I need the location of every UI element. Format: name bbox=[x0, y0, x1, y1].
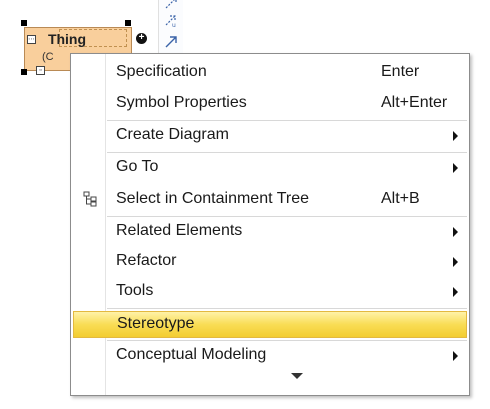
menu-item-create-diagram[interactable]: Create Diagram bbox=[72, 122, 468, 149]
menu-separator bbox=[107, 152, 467, 153]
svg-text:u: u bbox=[172, 22, 176, 28]
menu-item-label: Create Diagram bbox=[116, 126, 229, 143]
menu-item-symbol-properties[interactable]: Symbol Properties Alt+Enter bbox=[72, 90, 468, 117]
menu-separator bbox=[107, 308, 467, 309]
add-connector-icon[interactable]: + bbox=[136, 33, 147, 44]
association-arrow-icon[interactable] bbox=[163, 33, 179, 49]
element-subtitle: (C bbox=[42, 51, 54, 63]
menu-item-shortcut: Alt+Enter bbox=[381, 94, 448, 111]
menu-item-select-in-containment-tree[interactable]: Select in Containment Tree Alt+B bbox=[72, 186, 468, 213]
menu-item-shortcut: Enter bbox=[381, 63, 420, 80]
menu-separator bbox=[107, 340, 467, 341]
menu-item-specification[interactable]: Specification Enter bbox=[72, 59, 468, 86]
containment-tree-icon bbox=[83, 191, 97, 207]
menu-item-label: Specification bbox=[116, 63, 207, 80]
usage-arrow-icon[interactable]: u bbox=[163, 12, 179, 28]
scroll-down-icon[interactable] bbox=[291, 373, 303, 379]
smart-manipulator-toolbar: u bbox=[158, 0, 183, 56]
resize-handle-top-left[interactable] bbox=[21, 20, 27, 26]
resize-handle-top-right[interactable] bbox=[125, 20, 131, 26]
submenu-arrow-icon bbox=[453, 163, 458, 173]
menu-item-label: Related Elements bbox=[116, 222, 243, 239]
menu-item-label: Refactor bbox=[116, 252, 177, 269]
submenu-arrow-icon bbox=[453, 351, 458, 361]
menu-item-tools[interactable]: Tools bbox=[72, 278, 468, 305]
menu-item-go-to[interactable]: Go To bbox=[72, 154, 468, 181]
submenu-arrow-icon bbox=[453, 287, 458, 297]
menu-item-conceptual-modeling[interactable]: Conceptual Modeling bbox=[72, 342, 468, 369]
menu-item-stereotype[interactable]: Stereotype bbox=[73, 311, 467, 338]
menu-item-label: Select in Containment Tree bbox=[116, 190, 309, 207]
expand-icon[interactable]: ▫ bbox=[36, 66, 45, 75]
collapse-icon[interactable]: ⋯ bbox=[27, 35, 36, 44]
path-arrow-icon[interactable] bbox=[163, 0, 179, 10]
menu-separator bbox=[107, 120, 467, 121]
menu-item-refactor[interactable]: Refactor bbox=[72, 248, 468, 275]
menu-item-label: Conceptual Modeling bbox=[116, 346, 267, 363]
menu-item-shortcut: Alt+B bbox=[381, 190, 420, 207]
element-name: Thing bbox=[47, 31, 87, 47]
menu-item-related-elements[interactable]: Related Elements bbox=[72, 218, 468, 245]
menu-item-label: Go To bbox=[116, 158, 159, 175]
submenu-arrow-icon bbox=[453, 257, 458, 267]
resize-handle-bottom-left[interactable] bbox=[21, 69, 27, 75]
menu-item-label: Stereotype bbox=[117, 315, 195, 332]
menu-item-label: Tools bbox=[116, 282, 154, 299]
menu-separator bbox=[107, 216, 467, 217]
context-menu: Specification Enter Symbol Properties Al… bbox=[70, 53, 470, 396]
menu-item-label: Symbol Properties bbox=[116, 94, 247, 111]
submenu-arrow-icon bbox=[453, 131, 458, 141]
submenu-arrow-icon bbox=[453, 227, 458, 237]
